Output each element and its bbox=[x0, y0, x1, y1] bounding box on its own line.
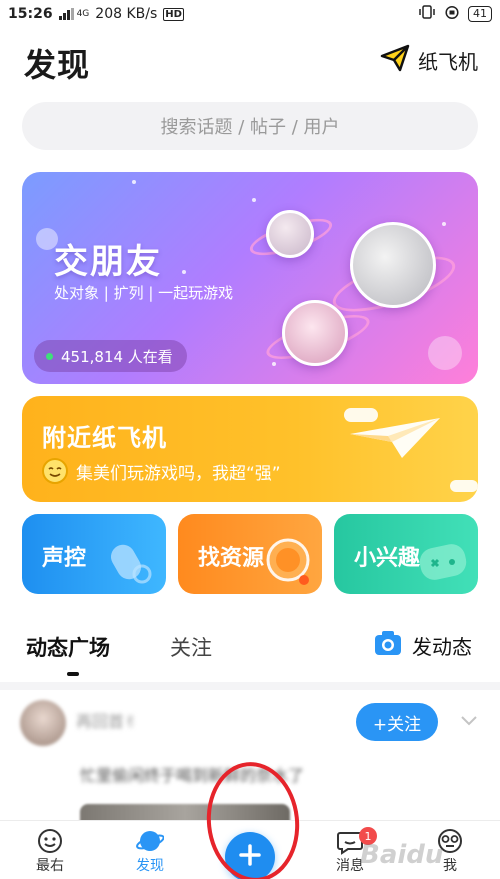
tile-label: 小兴趣 bbox=[354, 546, 421, 571]
vibrate-icon bbox=[418, 4, 436, 24]
plus-icon bbox=[239, 844, 261, 870]
nav-label: 最右 bbox=[36, 858, 64, 874]
viewers-count: 451,814 人在看 bbox=[61, 347, 173, 366]
create-post-plus-button[interactable] bbox=[225, 832, 275, 879]
post-text: 忙里偷闲终于喝到新鲜的奈水了 bbox=[80, 766, 305, 785]
nav-latest[interactable]: 最右 bbox=[15, 827, 85, 875]
tile-label: 找资源 bbox=[198, 546, 265, 571]
live-dot-icon bbox=[46, 352, 53, 360]
planet-icon bbox=[136, 827, 165, 855]
nearby-paper-plane-banner[interactable]: 附近纸飞机 集美们玩游戏吗，我超“强” bbox=[22, 396, 478, 502]
search-input[interactable]: 搜索话题 / 帖子 / 用户 bbox=[22, 102, 478, 150]
camera-icon bbox=[374, 630, 402, 661]
make-friends-subtitle: 处对象 | 扩列 | 一起玩游戏 bbox=[54, 284, 234, 302]
nearby-plane-subtitle: 集美们玩游戏吗，我超“强” bbox=[76, 463, 281, 484]
paper-plane-label: 纸飞机 bbox=[418, 50, 478, 74]
search-placeholder: 搜索话题 / 帖子 / 用户 bbox=[160, 117, 340, 138]
nav-label: 我 bbox=[443, 858, 457, 874]
tile-find-resources[interactable]: 找资源 bbox=[178, 514, 322, 594]
alarm-icon bbox=[444, 4, 460, 24]
network-label: 4G bbox=[76, 9, 90, 19]
chevron-down-icon[interactable] bbox=[460, 712, 478, 731]
paper-plane-button[interactable]: 纸飞机 bbox=[380, 44, 478, 77]
tile-voice-control[interactable]: 声控 bbox=[22, 514, 166, 594]
user-avatar-bubble bbox=[282, 300, 348, 366]
tab-square[interactable]: 动态广场 bbox=[26, 632, 110, 662]
nearby-plane-title: 附近纸飞机 bbox=[42, 424, 167, 452]
cloud-icon bbox=[450, 480, 478, 492]
paper-plane-illustration-icon bbox=[348, 412, 444, 466]
viewers-count-badge: 451,814 人在看 bbox=[34, 340, 187, 372]
make-friends-banner[interactable]: 交朋友 处对象 | 扩列 | 一起玩游戏 451,814 人在看 bbox=[22, 172, 478, 384]
status-time: 15:26 bbox=[8, 6, 53, 22]
tile-label: 声控 bbox=[42, 546, 87, 571]
signal-icon bbox=[58, 8, 75, 20]
user-avatar-bubble bbox=[350, 222, 436, 308]
tab-follow[interactable]: 关注 bbox=[170, 632, 212, 662]
nav-label: 发现 bbox=[136, 858, 164, 874]
nearby-plane-subtitle-row: 集美们玩游戏吗，我超“强” bbox=[42, 458, 281, 484]
post-author-avatar[interactable] bbox=[20, 700, 66, 746]
post-status-button[interactable]: 发动态 bbox=[374, 630, 472, 661]
watermark: Baidu bbox=[360, 840, 444, 870]
make-friends-title: 交朋友 bbox=[54, 242, 162, 282]
page-title: 发现 bbox=[24, 46, 91, 84]
gamepad-icon bbox=[416, 538, 470, 590]
network-speed: 208 KB/s bbox=[95, 6, 158, 22]
microphone-icon bbox=[104, 536, 156, 594]
hd-icon: HD bbox=[163, 7, 184, 21]
status-bar: 15:26 4G 208 KB/s HD 41 bbox=[0, 0, 500, 28]
post-status-label: 发动态 bbox=[412, 635, 472, 659]
nav-discover[interactable]: 发现 bbox=[115, 827, 185, 875]
user-avatar-bubble bbox=[266, 210, 314, 258]
active-tab-indicator bbox=[67, 672, 79, 676]
follow-button[interactable]: +关注 bbox=[356, 703, 438, 741]
battery-icon: 41 bbox=[468, 6, 492, 22]
tile-small-interests[interactable]: 小兴趣 bbox=[334, 514, 478, 594]
paper-plane-icon bbox=[380, 44, 410, 77]
section-divider bbox=[0, 682, 500, 690]
smiley-icon bbox=[42, 458, 68, 484]
post-author-name[interactable]: 再回首✌ bbox=[76, 708, 137, 732]
decor-orb bbox=[428, 336, 462, 370]
magnifier-icon bbox=[262, 534, 316, 594]
smile-face-icon bbox=[36, 827, 64, 855]
